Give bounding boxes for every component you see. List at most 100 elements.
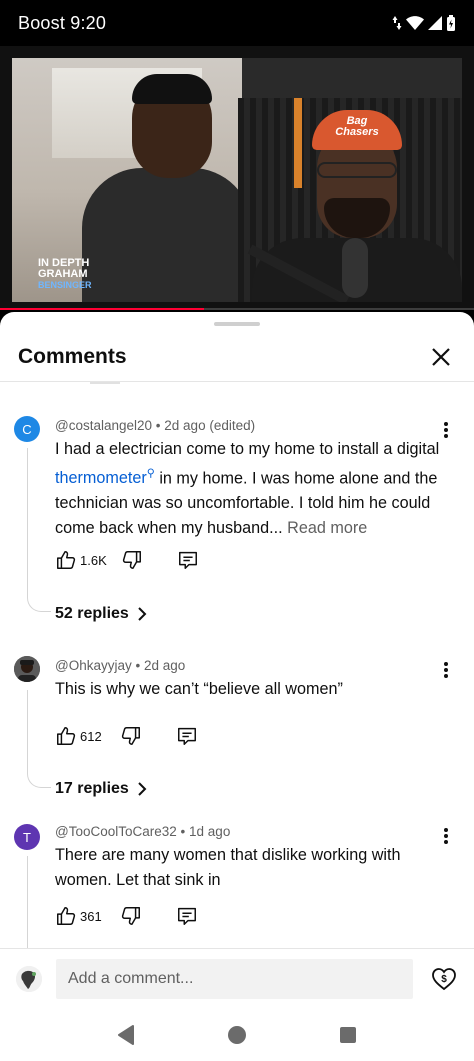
reply-button[interactable]: [176, 905, 198, 927]
search-link[interactable]: thermometer⚲: [55, 468, 155, 487]
comment-author[interactable]: @TooCoolToCare32: [55, 824, 177, 839]
status-carrier-time: Boost 9:20: [18, 13, 106, 34]
comment-meta: @Ohkayyjay • 2d ago: [55, 658, 185, 673]
comment-age: 2d ago (edited): [164, 418, 256, 433]
comment-age: 1d ago: [189, 824, 231, 839]
comments-title: Comments: [18, 344, 127, 368]
replies-count-label[interactable]: 52 replies: [55, 605, 129, 623]
recents-button[interactable]: [333, 1020, 363, 1050]
chevron-right-icon: [138, 607, 147, 621]
search-link-text[interactable]: thermometer: [55, 469, 147, 487]
comment-text: This is why we can’t “believe all women”: [55, 680, 343, 698]
view-replies-button[interactable]: 52 replies: [55, 605, 147, 623]
back-button[interactable]: [111, 1020, 141, 1050]
more-vertical-icon: [444, 828, 448, 844]
meta-separator: •: [155, 418, 165, 433]
meta-separator: •: [180, 824, 190, 839]
comment-text: I had a electrician come to my home to i…: [55, 437, 445, 541]
avatar-letter: T: [23, 829, 31, 845]
reply-comment-icon: [178, 551, 197, 569]
thread-curve: [27, 594, 51, 612]
thumbs-up-icon: [57, 907, 76, 925]
scrolled-content-edge: [90, 382, 120, 386]
video-progress-fill[interactable]: [0, 308, 204, 310]
like-count: 612: [80, 728, 102, 744]
thumbs-up-icon: [57, 551, 76, 569]
read-more-link[interactable]: Read more: [287, 519, 367, 537]
like-button[interactable]: 1.6K: [55, 549, 107, 571]
video-cap-text: Bag Chasers: [335, 115, 379, 138]
comment-actions: 361: [55, 904, 198, 928]
signal-icon: [428, 16, 442, 30]
avatar[interactable]: T: [14, 824, 40, 850]
avatar[interactable]: [14, 656, 40, 682]
user-avatar-icon: [16, 966, 42, 992]
reply-comment-icon: [177, 907, 196, 925]
comment-text-part1: I had a electrician come to my home to i…: [55, 440, 440, 458]
status-bar: Boost 9:20: [0, 0, 474, 46]
video-person-left-hair: [132, 74, 212, 104]
reply-comment-icon: [177, 727, 196, 745]
reply-button[interactable]: [177, 549, 199, 571]
video-person-left: [82, 168, 252, 302]
svg-text:$: $: [441, 974, 447, 985]
comment-more-button[interactable]: [434, 658, 458, 682]
thumbs-down-icon: [121, 907, 140, 925]
comment-more-button[interactable]: [434, 418, 458, 442]
comment-more-button[interactable]: [434, 824, 458, 848]
add-comment-input[interactable]: [56, 959, 413, 999]
video-frame[interactable]: Bag Chasers IN DEPTH GRAHAM BENSINGER: [12, 58, 462, 302]
more-vertical-icon: [444, 422, 448, 438]
home-button[interactable]: [222, 1020, 252, 1050]
avatar-photo-icon: [14, 656, 40, 682]
comment-meta: @costalangel20 • 2d ago (edited): [55, 418, 255, 433]
comment-actions: 612: [55, 724, 198, 748]
home-circle-icon: [227, 1025, 246, 1044]
back-triangle-icon: [117, 1024, 134, 1045]
like-button[interactable]: 361: [55, 905, 102, 927]
thread-line: [27, 856, 28, 950]
carrier-label: Boost: [18, 12, 66, 33]
watermark-line3: BENSINGER: [38, 280, 92, 290]
like-count: 361: [80, 908, 102, 924]
thumbs-down-icon: [121, 727, 140, 745]
comment-text: There are many women that dislike workin…: [55, 846, 401, 889]
wifi-icon: [406, 16, 424, 30]
thread-curve: [27, 770, 51, 788]
dislike-button[interactable]: [120, 725, 142, 747]
video-player[interactable]: Bag Chasers IN DEPTH GRAHAM BENSINGER: [0, 46, 474, 310]
replies-count-label[interactable]: 17 replies: [55, 780, 129, 798]
dislike-button[interactable]: [121, 549, 143, 571]
comment-item: C @costalangel20 • 2d ago (edited) I had…: [0, 412, 474, 622]
reply-button[interactable]: [176, 725, 198, 747]
comment-age: 2d ago: [143, 658, 186, 673]
comment-item: T @TooCoolToCare32 • 1d ago There are ma…: [0, 820, 474, 950]
drag-handle[interactable]: [214, 322, 260, 326]
comment-item: @Ohkayyjay • 2d ago This is why we can’t…: [0, 654, 474, 797]
more-vertical-icon: [444, 662, 448, 678]
data-arrows-icon: [392, 15, 402, 31]
like-count: 1.6K: [80, 552, 107, 568]
avatar-letter: C: [22, 421, 32, 437]
view-replies-button[interactable]: 17 replies: [55, 780, 147, 798]
chevron-right-icon: [138, 782, 147, 796]
video-orange-light: [294, 98, 302, 188]
dislike-button[interactable]: [120, 905, 142, 927]
thumbs-up-icon: [57, 727, 76, 745]
video-person-right-glasses: [317, 162, 397, 178]
like-button[interactable]: 612: [55, 725, 102, 747]
battery-icon: [446, 15, 456, 31]
super-thanks-icon: $: [432, 968, 456, 991]
my-avatar[interactable]: [16, 966, 42, 992]
comment-author[interactable]: @Ohkayyjay: [55, 658, 132, 673]
recents-square-icon: [340, 1026, 357, 1043]
close-icon: [432, 347, 450, 366]
comment-actions: 1.6K: [55, 548, 199, 572]
status-icons: [392, 15, 456, 31]
thumbs-down-icon: [122, 551, 141, 569]
comment-author[interactable]: @costalangel20: [55, 418, 152, 433]
avatar[interactable]: C: [14, 416, 40, 442]
clock: 9:20: [70, 12, 107, 33]
close-button[interactable]: [426, 342, 456, 372]
super-thanks-button[interactable]: $: [430, 965, 458, 993]
